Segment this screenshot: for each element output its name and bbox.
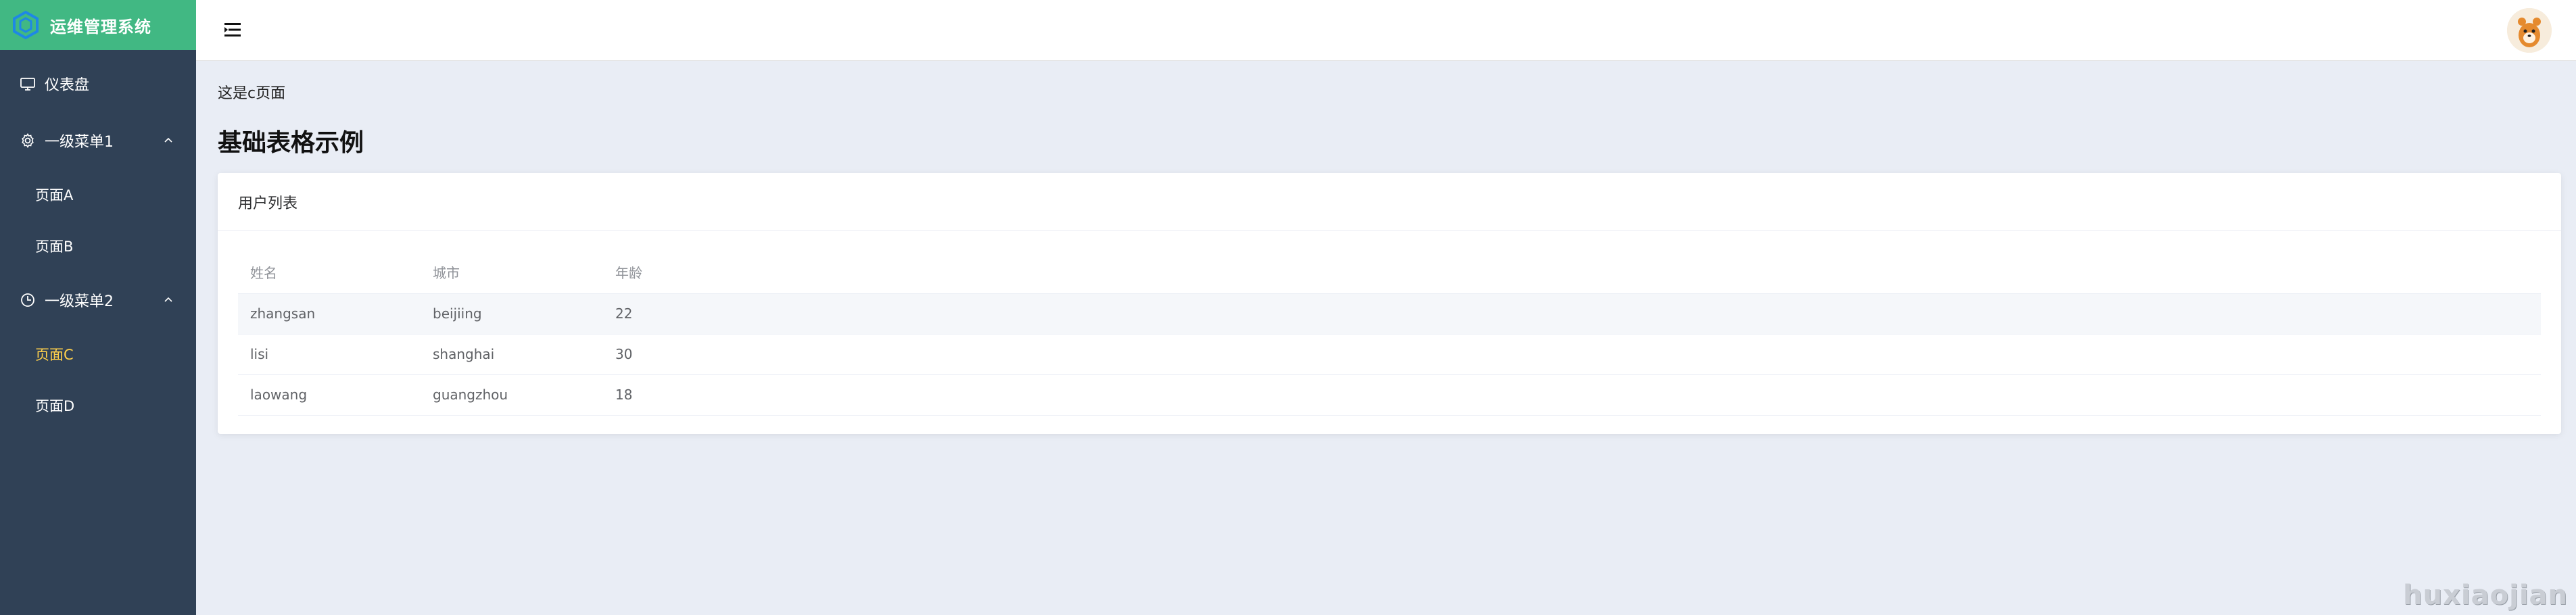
sidebar-subitem-label: 页面C: [35, 347, 74, 363]
sidebar-item-menu1[interactable]: 一级菜单1: [0, 112, 196, 169]
cell-name: laowang: [238, 374, 421, 416]
chevron-up-icon: [161, 293, 176, 308]
cell-city: shanghai: [421, 334, 603, 375]
sidebar-subitem-label: 页面A: [35, 187, 74, 203]
sidebar-item-label: 仪表盘: [45, 77, 90, 94]
cell-name: zhangsan: [238, 293, 421, 335]
sidebar-item-label: 一级菜单2: [45, 293, 114, 310]
column-header-city: 城市: [421, 251, 603, 294]
gear-icon: [19, 132, 37, 149]
sidebar-item-menu2[interactable]: 一级菜单2: [0, 272, 196, 328]
monitor-icon: [19, 75, 37, 93]
clock-icon: [19, 291, 37, 309]
column-header-spacer: [786, 251, 2541, 294]
sidebar-menu: 仪表盘 一级菜单1 页面A 页面B 一级菜单2 页面C 页面D: [0, 50, 196, 431]
brand-bar[interactable]: 运维管理系统: [0, 0, 196, 50]
sidebar-subitem-page-a[interactable]: 页面A: [0, 169, 196, 220]
top-header: [196, 0, 2576, 61]
watermark: huxiaojian: [2403, 580, 2568, 611]
cell-spacer: [786, 293, 2541, 335]
cell-city: guangzhou: [421, 374, 603, 416]
cell-age: 30: [603, 334, 786, 375]
table-row[interactable]: zhangsan beijiing 22: [238, 293, 2541, 335]
hexagon-logo-icon: [11, 10, 41, 40]
cell-age: 22: [603, 293, 786, 335]
cell-spacer: [786, 334, 2541, 375]
user-list-card: 用户列表 姓名 城市 年龄 zhangsan beijiing 22 lisi …: [218, 173, 2561, 434]
table-row[interactable]: laowang guangzhou 18: [238, 374, 2541, 416]
table-header-row: 姓名 城市 年龄: [238, 251, 2541, 294]
card-body: 姓名 城市 年龄 zhangsan beijiing 22 lisi shang…: [218, 231, 2561, 436]
column-header-age: 年龄: [603, 251, 786, 294]
user-table: 姓名 城市 年龄 zhangsan beijiing 22 lisi shang…: [238, 251, 2541, 416]
brand-title: 运维管理系统: [50, 17, 151, 36]
sidebar-subitem-label: 页面B: [35, 239, 74, 255]
sidebar: 运维管理系统 仪表盘 一级菜单1 页面A 页面B 一级菜单2 页面C 页面D: [0, 0, 196, 615]
hamburger-icon[interactable]: [220, 18, 245, 42]
sidebar-item-dashboard[interactable]: 仪表盘: [0, 55, 196, 112]
cell-age: 18: [603, 374, 786, 416]
sidebar-subitem-label: 页面D: [35, 398, 75, 414]
page-title: 基础表格示例: [218, 129, 364, 157]
card-title: 用户列表: [218, 173, 2561, 231]
column-header-name: 姓名: [238, 251, 421, 294]
chevron-up-icon: [161, 133, 176, 148]
cell-spacer: [786, 374, 2541, 416]
sidebar-subitem-page-d[interactable]: 页面D: [0, 380, 196, 431]
main-content: 这是c页面 基础表格示例 用户列表 姓名 城市 年龄 zhangsan beij…: [196, 61, 2576, 615]
sidebar-subitem-page-b[interactable]: 页面B: [0, 220, 196, 272]
cell-name: lisi: [238, 334, 421, 375]
avatar-icon[interactable]: [2507, 8, 2552, 53]
sidebar-item-label: 一级菜单1: [45, 134, 114, 151]
sidebar-subitem-page-c[interactable]: 页面C: [0, 328, 196, 380]
page-note: 这是c页面: [218, 85, 286, 102]
cell-city: beijiing: [421, 293, 603, 335]
table-row[interactable]: lisi shanghai 30: [238, 334, 2541, 375]
